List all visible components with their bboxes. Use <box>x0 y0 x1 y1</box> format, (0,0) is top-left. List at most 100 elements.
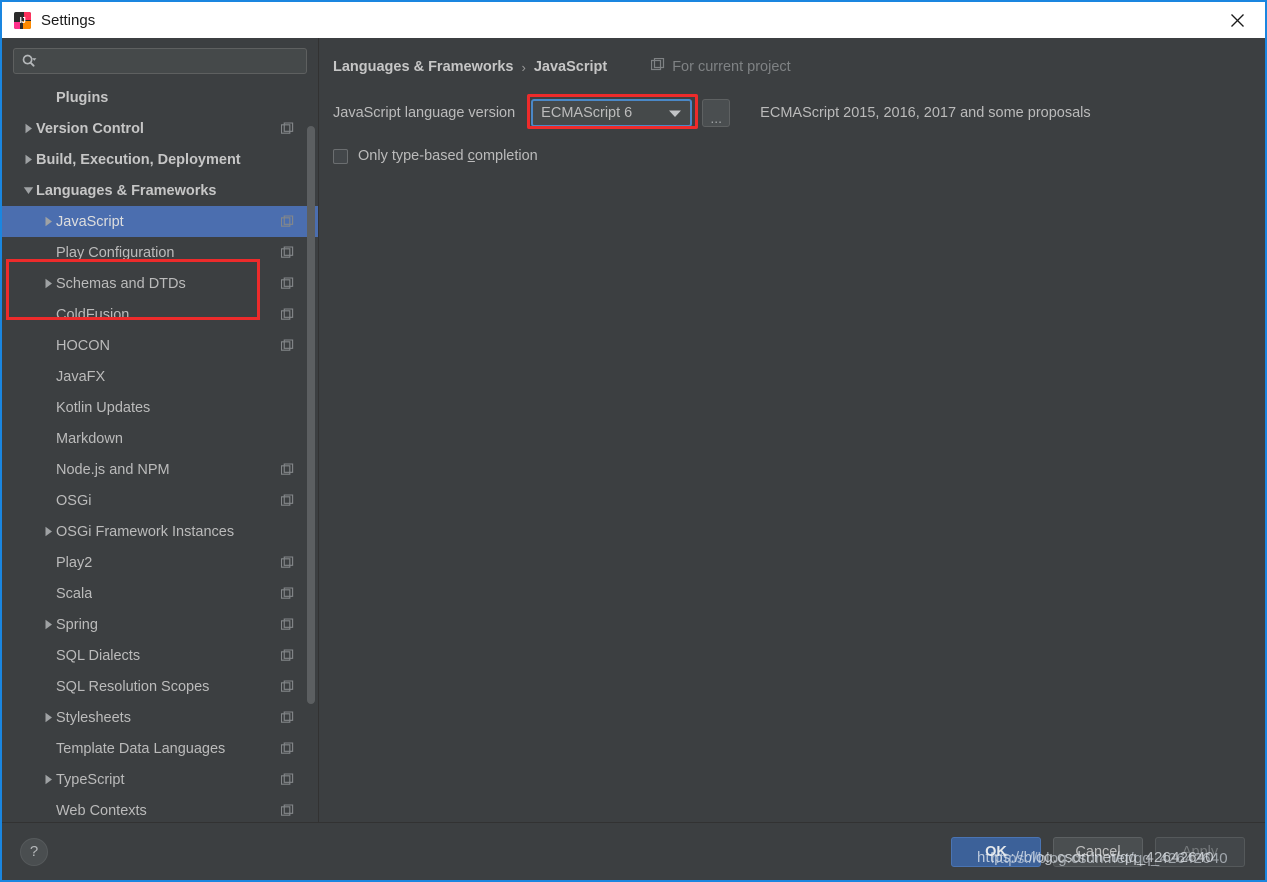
sidebar-item-label: Scala <box>56 585 93 602</box>
project-scope-icon <box>281 556 294 569</box>
sidebar-item-label: OSGi <box>56 492 92 509</box>
search-input[interactable] <box>13 48 307 74</box>
sidebar-item-label: HOCON <box>56 337 110 354</box>
language-version-label: JavaScript language version <box>333 105 516 121</box>
project-scope-icon <box>281 773 294 786</box>
project-scope-icon <box>281 587 294 600</box>
sidebar-item-play-configuration[interactable]: Play Configuration <box>2 237 318 268</box>
project-scope-icon <box>281 463 294 476</box>
chevron-right-icon[interactable] <box>40 774 56 785</box>
project-scope-icon <box>281 215 294 228</box>
sidebar-item-scala[interactable]: Scala <box>2 578 318 609</box>
cancel-button[interactable]: Cancel <box>1053 836 1143 867</box>
language-version-row: JavaScript language version ECMAScript 6… <box>333 94 1245 129</box>
search-icon <box>22 54 37 68</box>
project-scope-icon <box>281 804 294 817</box>
sidebar-item-languages-frameworks[interactable]: Languages & Frameworks <box>2 175 318 206</box>
settings-content-pane: Languages & Frameworks › JavaScript For … <box>319 38 1265 822</box>
breadcrumb-current: JavaScript <box>533 59 608 75</box>
language-version-description: ECMAScript 2015, 2016, 2017 and some pro… <box>760 105 1091 121</box>
sidebar-item-label: Stylesheets <box>56 709 131 726</box>
close-icon[interactable] <box>1209 2 1265 38</box>
sidebar-item-label: Template Data Languages <box>56 740 226 757</box>
chevron-right-icon[interactable] <box>40 216 56 227</box>
project-scope-icon <box>281 618 294 631</box>
breadcrumb-separator-icon: › <box>521 59 526 75</box>
breadcrumb: Languages & Frameworks › JavaScript For … <box>333 54 1245 80</box>
sidebar-item-label: Plugins <box>56 89 109 106</box>
breadcrumb-parent[interactable]: Languages & Frameworks <box>333 59 514 75</box>
project-scope-icon <box>281 649 294 662</box>
language-version-combo-wrap: ECMAScript 6 <box>527 94 699 129</box>
search-area <box>2 38 318 82</box>
sidebar-item-label: Play2 <box>56 554 93 571</box>
chevron-right-icon[interactable] <box>20 123 36 134</box>
sidebar-item-label: SQL Dialects <box>56 647 141 664</box>
sidebar-item-label: JavaFX <box>56 368 106 385</box>
sidebar-item-label: Build, Execution, Deployment <box>36 151 241 168</box>
sidebar-item-javascript[interactable]: JavaScript <box>2 206 318 237</box>
chevron-right-icon[interactable] <box>40 619 56 630</box>
settings-tree: Plugins Version Control Build, Execution, … <box>2 82 318 822</box>
sidebar-item-label: OSGi Framework Instances <box>56 523 235 540</box>
chevron-down-icon[interactable] <box>20 186 36 195</box>
sidebar-item-label: Spring <box>56 616 98 633</box>
only-type-based-completion-checkbox[interactable]: Only type-based completion <box>333 148 538 164</box>
sidebar-item-markdown[interactable]: Markdown <box>2 423 318 454</box>
settings-dialog-window: IJ Settings Plugins Version Control Buil… <box>0 0 1267 882</box>
sidebar-item-web-contexts[interactable]: Web Contexts <box>2 795 318 822</box>
chevron-down-icon <box>668 109 682 118</box>
intellij-idea-icon: IJ <box>14 11 31 29</box>
scope-label-text: For current project <box>672 59 791 75</box>
sidebar-item-coldfusion[interactable]: ColdFusion <box>2 299 318 330</box>
sidebar-item-osgi[interactable]: OSGi <box>2 485 318 516</box>
settings-sidebar: Plugins Version Control Build, Execution, … <box>2 38 319 822</box>
project-scope-icon <box>651 57 665 76</box>
only-type-based-completion-label: Only type-based completion <box>358 148 538 164</box>
project-scope-icon <box>281 122 294 135</box>
sidebar-item-label: Schemas and DTDs <box>56 275 186 292</box>
ok-button[interactable]: OK <box>951 836 1041 867</box>
sidebar-item-label: Markdown <box>56 430 123 447</box>
chevron-right-icon[interactable] <box>40 526 56 537</box>
sidebar-item-schemas-and-dtds[interactable]: Schemas and DTDs <box>2 268 318 299</box>
title-bar: IJ Settings <box>2 2 1265 38</box>
sidebar-item-javafx[interactable]: JavaFX <box>2 361 318 392</box>
sidebar-item-label: ColdFusion <box>56 306 130 323</box>
language-version-dropdown[interactable]: ECMAScript 6 <box>531 99 693 127</box>
apply-button[interactable]: Apply <box>1155 836 1245 867</box>
sidebar-item-sql-resolution-scopes[interactable]: SQL Resolution Scopes <box>2 671 318 702</box>
sidebar-item-osgi-framework-instances[interactable]: OSGi Framework Instances <box>2 516 318 547</box>
sidebar-item-node-js-and-npm[interactable]: Node.js and NPM <box>2 454 318 485</box>
sidebar-item-label: Kotlin Updates <box>56 399 151 416</box>
sidebar-scrollbar-thumb[interactable] <box>307 126 315 704</box>
chevron-right-icon[interactable] <box>20 154 36 165</box>
chevron-right-icon[interactable] <box>40 278 56 289</box>
sidebar-item-build-execution-deployment[interactable]: Build, Execution, Deployment <box>2 144 318 175</box>
sidebar-item-plugins[interactable]: Plugins <box>2 82 318 113</box>
project-scope-icon <box>281 277 294 290</box>
project-scope-icon <box>281 246 294 259</box>
sidebar-item-label: SQL Resolution Scopes <box>56 678 210 695</box>
sidebar-item-stylesheets[interactable]: Stylesheets <box>2 702 318 733</box>
project-scope-icon <box>281 339 294 352</box>
language-version-more-button[interactable]: ... <box>702 99 731 127</box>
help-button[interactable]: ? <box>20 837 48 866</box>
project-scope-icon <box>281 308 294 321</box>
sidebar-item-label: Web Contexts <box>56 802 147 819</box>
sidebar-item-sql-dialects[interactable]: SQL Dialects <box>2 640 318 671</box>
project-scope-icon <box>281 494 294 507</box>
dialog-action-buttons: OK Cancel Apply <box>951 836 1245 867</box>
sidebar-item-typescript[interactable]: TypeScript <box>2 764 318 795</box>
sidebar-item-template-data-languages[interactable]: Template Data Languages <box>2 733 318 764</box>
sidebar-item-spring[interactable]: Spring <box>2 609 318 640</box>
sidebar-item-label: Play Configuration <box>56 244 175 261</box>
sidebar-item-kotlin-updates[interactable]: Kotlin Updates <box>2 392 318 423</box>
sidebar-item-hocon[interactable]: HOCON <box>2 330 318 361</box>
dialog-body: Plugins Version Control Build, Execution, … <box>2 38 1265 822</box>
sidebar-item-label: TypeScript <box>56 771 125 788</box>
chevron-right-icon[interactable] <box>40 712 56 723</box>
sidebar-item-version-control[interactable]: Version Control <box>2 113 318 144</box>
project-scope-icon <box>281 680 294 693</box>
sidebar-item-play2[interactable]: Play2 <box>2 547 318 578</box>
